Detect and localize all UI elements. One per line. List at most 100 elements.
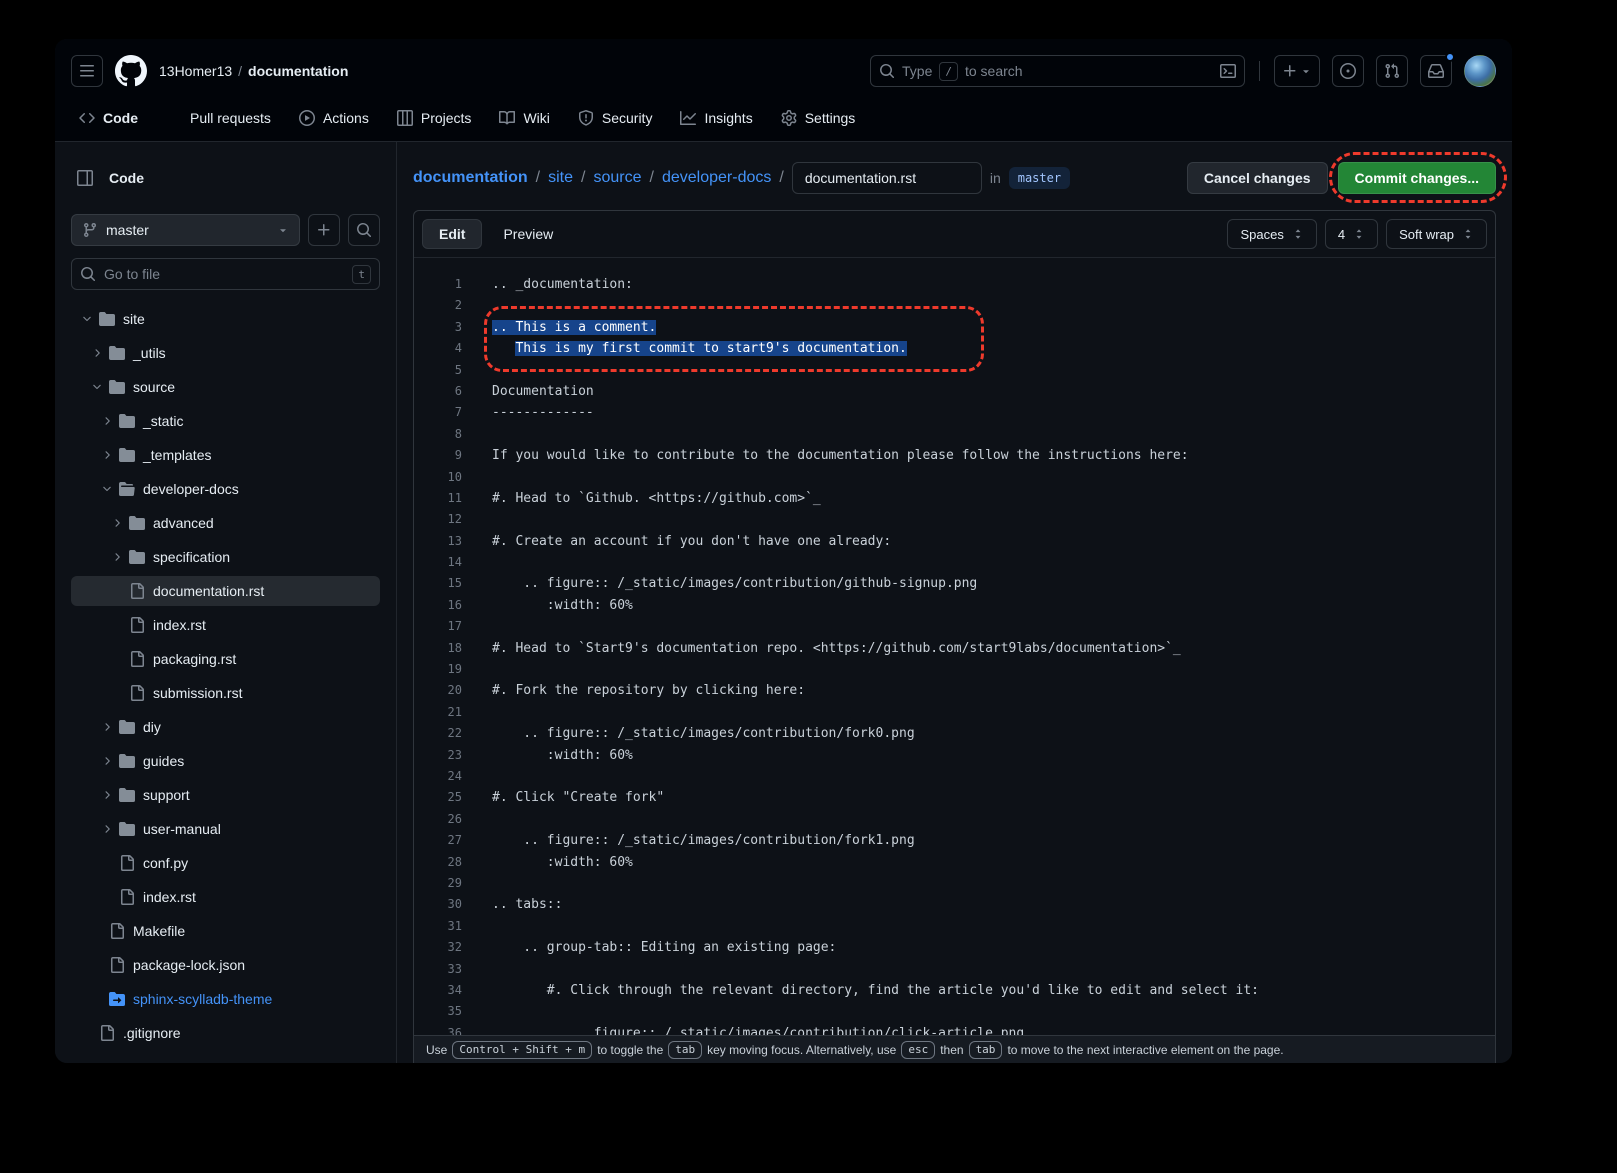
folder-icon bbox=[119, 413, 135, 429]
avatar[interactable] bbox=[1464, 55, 1496, 87]
line-text: #. Head to `Start9's documentation repo.… bbox=[462, 638, 1181, 659]
indent-mode-select[interactable]: Spaces bbox=[1227, 219, 1316, 249]
tab-wiki[interactable]: Wiki bbox=[485, 103, 563, 133]
tree-item-sphinx-scylladb-theme[interactable]: sphinx-scylladb-theme bbox=[71, 984, 380, 1014]
line-number: 21 bbox=[414, 702, 462, 723]
chevron-down-icon[interactable] bbox=[99, 483, 115, 495]
editor-tab-edit[interactable]: Edit bbox=[422, 219, 482, 249]
tree-item-_templates[interactable]: _templates bbox=[71, 440, 380, 470]
file-tree-sidebar: Code master Go to file t bbox=[55, 142, 397, 1063]
chevron-right-icon[interactable] bbox=[99, 721, 115, 733]
file-breadcrumb-bar: documentation/site/source/developer-docs… bbox=[413, 158, 1496, 198]
code-line-30: 30.. tabs:: bbox=[414, 894, 1495, 915]
new-file-button[interactable] bbox=[308, 214, 340, 246]
chevron-right-icon[interactable] bbox=[109, 551, 125, 563]
breadcrumb-links: documentation/site/source/developer-docs… bbox=[413, 162, 1070, 194]
tab-projects[interactable]: Projects bbox=[383, 103, 486, 133]
code-editor[interactable]: 1.. _documentation:2 3.. This is a comme… bbox=[414, 258, 1495, 1035]
tree-item-guides[interactable]: guides bbox=[71, 746, 380, 776]
file-icon bbox=[119, 855, 135, 871]
pull-requests-button[interactable] bbox=[1376, 55, 1408, 87]
repo-name-link[interactable]: documentation bbox=[248, 63, 348, 79]
tree-item-index.rst[interactable]: index.rst bbox=[71, 610, 380, 640]
tree-item-support[interactable]: support bbox=[71, 780, 380, 810]
code-line-10: 10 bbox=[414, 467, 1495, 488]
header-top-row: 13Homer13 / documentation Type / to sear… bbox=[71, 55, 1496, 87]
tab-settings[interactable]: Settings bbox=[767, 103, 870, 133]
line-number: 4 bbox=[414, 338, 462, 359]
tree-item-user-manual[interactable]: user-manual bbox=[71, 814, 380, 844]
breadcrumb-link-developer-docs[interactable]: developer-docs bbox=[662, 169, 771, 187]
tree-item-site[interactable]: site bbox=[71, 304, 380, 334]
tree-item-conf.py[interactable]: conf.py bbox=[71, 848, 380, 878]
updown-icon bbox=[1292, 228, 1304, 240]
tree-item-label: source bbox=[133, 379, 175, 395]
tree-item-package-lock.json[interactable]: package-lock.json bbox=[71, 950, 380, 980]
go-to-file-placeholder: Go to file bbox=[104, 266, 160, 282]
tree-item-specification[interactable]: specification bbox=[71, 542, 380, 572]
chevron-down-icon[interactable] bbox=[89, 381, 105, 393]
tab-insights[interactable]: Insights bbox=[666, 103, 766, 133]
tree-item-advanced[interactable]: advanced bbox=[71, 508, 380, 538]
command-palette-icon[interactable] bbox=[1220, 63, 1236, 79]
filename-input[interactable] bbox=[792, 162, 982, 194]
repo-owner-link[interactable]: 13Homer13 bbox=[159, 63, 232, 79]
breadcrumb-separator: / bbox=[779, 169, 783, 187]
branch-selector[interactable]: master bbox=[71, 214, 300, 246]
cancel-changes-button[interactable]: Cancel changes bbox=[1187, 162, 1328, 194]
global-search-input[interactable]: Type / to search bbox=[870, 55, 1245, 87]
search-tree-button[interactable] bbox=[348, 214, 380, 246]
chevron-right-icon[interactable] bbox=[99, 789, 115, 801]
line-text: #. Click through the relevant directory,… bbox=[462, 980, 1259, 1001]
tree-item-submission.rst[interactable]: submission.rst bbox=[71, 678, 380, 708]
app-window: 13Homer13 / documentation Type / to sear… bbox=[55, 39, 1512, 1063]
search-icon bbox=[879, 63, 895, 79]
line-number: 17 bbox=[414, 616, 462, 637]
tree-item-developer-docs[interactable]: developer-docs bbox=[71, 474, 380, 504]
hint-text: to toggle the bbox=[597, 1043, 663, 1057]
tree-item-_static[interactable]: _static bbox=[71, 406, 380, 436]
commit-changes-button[interactable]: Commit changes... bbox=[1338, 162, 1496, 194]
create-new-button[interactable] bbox=[1274, 55, 1320, 87]
tab-security[interactable]: Security bbox=[564, 103, 667, 133]
breadcrumb-link-documentation[interactable]: documentation bbox=[413, 169, 528, 187]
editor-tab-preview[interactable]: Preview bbox=[486, 219, 570, 249]
chevron-right-icon[interactable] bbox=[109, 517, 125, 529]
folder-icon bbox=[99, 311, 115, 327]
tab-pull-requests[interactable]: Pull requests bbox=[152, 103, 285, 133]
tree-item-.gitignore[interactable]: .gitignore bbox=[71, 1018, 380, 1048]
collapse-sidebar-button[interactable] bbox=[71, 164, 99, 192]
repo-nav: CodePull requestsActions Projects WikiSecu… bbox=[71, 95, 1496, 141]
folder-icon bbox=[109, 345, 125, 361]
hamburger-menu-button[interactable] bbox=[71, 55, 103, 87]
line-number: 10 bbox=[414, 467, 462, 488]
chevron-right-icon[interactable] bbox=[89, 347, 105, 359]
tree-item-label: specification bbox=[153, 549, 230, 565]
tree-item-packaging.rst[interactable]: packaging.rst bbox=[71, 644, 380, 674]
tree-item-diy[interactable]: diy bbox=[71, 712, 380, 742]
tab-actions[interactable]: Actions bbox=[285, 103, 383, 133]
file-actions: Cancel changes Commit changes... bbox=[1187, 162, 1496, 194]
chevron-right-icon[interactable] bbox=[99, 755, 115, 767]
tree-item-index.rst[interactable]: index.rst bbox=[71, 882, 380, 912]
tab-label: Projects bbox=[421, 110, 472, 126]
chevron-right-icon[interactable] bbox=[99, 449, 115, 461]
code-line-5: 5 bbox=[414, 360, 1495, 381]
tree-item-Makefile[interactable]: Makefile bbox=[71, 916, 380, 946]
go-to-file-input[interactable]: Go to file t bbox=[71, 258, 380, 290]
chevron-right-icon[interactable] bbox=[99, 415, 115, 427]
tree-item-_utils[interactable]: _utils bbox=[71, 338, 380, 368]
issues-button[interactable] bbox=[1332, 55, 1364, 87]
indent-size-select[interactable]: 4 bbox=[1325, 219, 1378, 249]
tree-item-documentation.rst[interactable]: documentation.rst bbox=[71, 576, 380, 606]
tree-item-source[interactable]: source bbox=[71, 372, 380, 402]
github-logo[interactable] bbox=[115, 55, 147, 87]
code-line-24: 24 bbox=[414, 766, 1495, 787]
tab-code[interactable]: Code bbox=[71, 103, 152, 133]
chevron-right-icon[interactable] bbox=[99, 823, 115, 835]
code-line-26: 26 bbox=[414, 809, 1495, 830]
wrap-mode-select[interactable]: Soft wrap bbox=[1386, 219, 1487, 249]
breadcrumb-link-site[interactable]: site bbox=[548, 169, 573, 187]
breadcrumb-link-source[interactable]: source bbox=[593, 169, 641, 187]
chevron-down-icon[interactable] bbox=[79, 313, 95, 325]
